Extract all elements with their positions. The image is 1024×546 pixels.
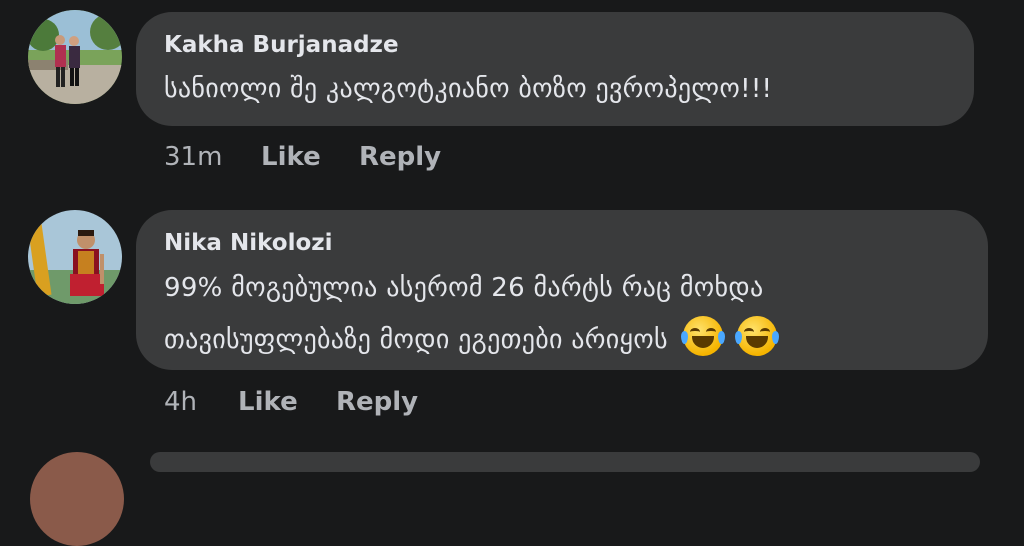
avatar[interactable] [30, 452, 124, 546]
comment-bubble [150, 452, 980, 472]
face-with-tears-of-joy-icon [680, 316, 725, 356]
comment-timestamp: 4h [164, 387, 198, 417]
avatar[interactable] [28, 10, 122, 104]
face-with-tears-of-joy-icon [735, 316, 780, 356]
avatar[interactable] [28, 210, 122, 304]
comment-text-line-2: თავისუფლებაზე მოდი ეგეთები არიყოს [164, 316, 780, 356]
avatar-photo-couple-icon [28, 10, 122, 104]
comment-text: სანიოლი შე კალგოტკიანო ბოზო ევროპელო!!! [164, 74, 773, 104]
comment-text-line-2-text: თავისუფლებაზე მოდი ეგეთები არიყოს [164, 325, 668, 355]
comment-timestamp: 31m [164, 142, 223, 172]
reply-button[interactable]: Reply [359, 142, 441, 172]
comment-bubble: Nika Nikolozi 99% მოგებულია ასერომ 26 მა… [136, 210, 988, 370]
reply-button[interactable]: Reply [336, 387, 418, 417]
comment-bubble: Kakha Burjanadze სანიოლი შე კალგოტკიანო … [136, 12, 974, 126]
avatar-photo-man-traditional-costume-icon [28, 210, 122, 304]
like-button[interactable]: Like [238, 387, 298, 417]
comment-text-line-1: 99% მოგებულია ასერომ 26 მარტს რაც მოხდა [164, 273, 764, 303]
comment: Nika Nikolozi 99% მოგებულია ასერომ 26 მა… [0, 200, 1024, 459]
comment-author[interactable]: Kakha Burjanadze [164, 32, 399, 58]
comment: Kakha Burjanadze სანიოლი შე კალგოტკიანო … [0, 0, 1024, 200]
like-button[interactable]: Like [261, 142, 321, 172]
comment-author[interactable]: Nika Nikolozi [164, 230, 333, 256]
